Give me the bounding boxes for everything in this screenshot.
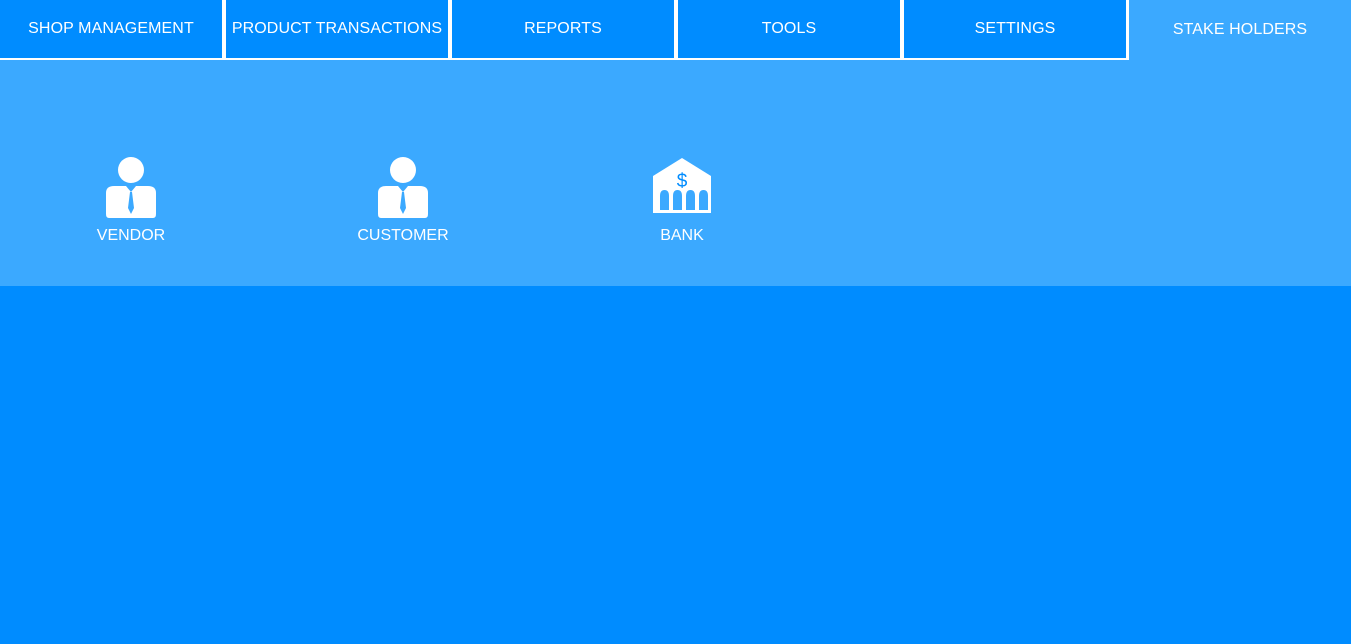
tab-settings[interactable]: SETTINGS [904, 0, 1126, 58]
main-content-area [0, 286, 1351, 644]
stake-holders-panel: VENDOR CUSTOMER $ BANK [0, 60, 1351, 286]
vendor-label: VENDOR [96, 227, 166, 244]
tab-shop-management[interactable]: SHOP MANAGEMENT [0, 0, 222, 58]
bank-dollar-symbol: $ [676, 171, 688, 192]
customer-label: CUSTOMER [357, 227, 449, 244]
app-window: SHOP MANAGEMENT PRODUCT TRANSACTIONS REP… [0, 0, 1351, 644]
bank-icon: $ [651, 156, 713, 218]
tab-product-transactions[interactable]: PRODUCT TRANSACTIONS [226, 0, 448, 58]
tab-reports[interactable]: REPORTS [452, 0, 674, 58]
customer-icon [378, 157, 428, 218]
customer-tile[interactable]: CUSTOMER [353, 156, 453, 245]
bank-label: BANK [660, 227, 704, 244]
bank-tile[interactable]: $ BANK [632, 156, 732, 245]
tab-tools[interactable]: TOOLS [678, 0, 900, 58]
vendor-icon [106, 157, 156, 218]
tab-stake-holders[interactable]: STAKE HOLDERS [1129, 0, 1351, 60]
vendor-tile[interactable]: VENDOR [81, 156, 181, 245]
main-tab-bar: SHOP MANAGEMENT PRODUCT TRANSACTIONS REP… [0, 0, 1351, 60]
